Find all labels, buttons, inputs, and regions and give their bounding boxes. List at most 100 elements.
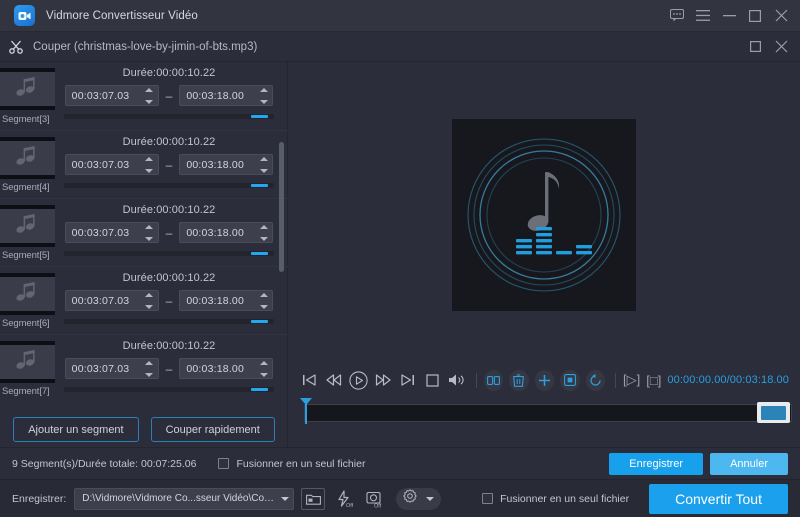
segment-start-field[interactable]	[64, 222, 159, 243]
close-icon[interactable]	[768, 3, 794, 29]
segment-end-field[interactable]	[179, 290, 274, 311]
segment-start-stepper[interactable]	[145, 293, 154, 309]
stepper-up-icon[interactable]	[259, 293, 268, 297]
stepper-down-icon[interactable]	[259, 169, 268, 173]
segment-start-field[interactable]	[64, 290, 159, 311]
segment-end-stepper[interactable]	[259, 88, 268, 104]
merge-one-file-checkbox[interactable]: Fusionner en un seul fichier	[218, 458, 365, 470]
stop-segment-icon[interactable]: [□]	[646, 373, 661, 388]
delete-icon[interactable]	[509, 369, 529, 391]
segment-list-scrollbar[interactable]	[279, 70, 284, 396]
segment-list[interactable]: Segment[3] Durée:00:00:10.22 – Segment[4] Du…	[0, 62, 288, 402]
stepper-down-icon[interactable]	[145, 305, 154, 309]
segment-thumbnail[interactable]	[0, 273, 55, 315]
reset-icon[interactable]	[585, 369, 606, 391]
stepper-up-icon[interactable]	[259, 361, 268, 365]
split-icon[interactable]	[483, 369, 504, 391]
stop-icon[interactable]	[423, 370, 443, 391]
segment-end-field[interactable]	[179, 154, 274, 175]
feedback-icon[interactable]	[664, 3, 690, 29]
checkbox-box-icon[interactable]	[218, 458, 230, 469]
maximize-icon[interactable]	[742, 34, 768, 60]
segment-end-field[interactable]	[179, 358, 274, 379]
stepper-down-icon[interactable]	[145, 100, 154, 104]
segment-start-field[interactable]	[64, 85, 159, 106]
timeline[interactable]	[300, 398, 792, 424]
segment-trim-bar[interactable]	[64, 183, 274, 188]
scrollbar-thumb[interactable]	[279, 141, 284, 273]
stepper-down-icon[interactable]	[259, 305, 268, 309]
segment-trim-bar[interactable]	[64, 387, 274, 392]
quick-split-button[interactable]: Couper rapidement	[150, 417, 275, 442]
segment-thumbnail-cell[interactable]: Segment[7]	[0, 335, 55, 402]
timeline-right-handle[interactable]	[757, 402, 790, 423]
stepper-up-icon[interactable]	[145, 225, 154, 229]
menu-icon[interactable]	[690, 3, 716, 29]
convert-all-button[interactable]: Convertir Tout	[649, 483, 788, 514]
segment-trim-bar[interactable]	[64, 251, 274, 256]
segment-trim-selection[interactable]	[250, 184, 268, 187]
add-segment-button[interactable]: Ajouter un segment	[13, 417, 139, 442]
play-segment-icon[interactable]: [▷]	[623, 372, 640, 388]
segment-thumbnail-cell[interactable]: Segment[5]	[0, 199, 55, 266]
step-backward-icon[interactable]	[325, 370, 345, 391]
segment-row[interactable]: Segment[7] Durée:00:00:10.22 –	[0, 334, 288, 402]
segment-trim-selection[interactable]	[250, 252, 268, 255]
folder-icon[interactable]	[301, 487, 326, 510]
cancel-button[interactable]: Annuler	[710, 452, 788, 475]
maximize-icon[interactable]	[742, 3, 768, 29]
close-icon[interactable]	[768, 34, 794, 60]
segment-trim-selection[interactable]	[250, 320, 268, 323]
footer-merge-checkbox[interactable]: Fusionner en un seul fichier	[482, 493, 629, 505]
segment-end-stepper[interactable]	[259, 293, 268, 309]
stepper-up-icon[interactable]	[145, 157, 154, 161]
segment-thumbnail[interactable]	[0, 137, 55, 179]
chevron-down-icon[interactable]	[426, 496, 435, 501]
stepper-up-icon[interactable]	[145, 88, 154, 92]
segment-trim-selection[interactable]	[250, 115, 268, 118]
segment-start-stepper[interactable]	[145, 157, 154, 173]
segment-trim-bar[interactable]	[64, 114, 274, 119]
segment-start-stepper[interactable]	[145, 225, 154, 241]
hardware-acceleration-icon[interactable]: Off	[332, 488, 356, 510]
timeline-playhead[interactable]	[300, 398, 312, 424]
segment-thumbnail[interactable]	[0, 205, 55, 247]
skip-to-start-icon[interactable]	[300, 370, 320, 391]
segment-end-field[interactable]	[179, 222, 274, 243]
segment-thumbnail[interactable]	[0, 68, 55, 110]
volume-icon[interactable]	[447, 370, 467, 391]
add-icon[interactable]	[534, 369, 555, 391]
output-path-field[interactable]: D:\Vidmore\Vidmore Co...sseur Vidéo\Conv…	[74, 487, 295, 510]
segment-row[interactable]: Segment[3] Durée:00:00:10.22 –	[0, 62, 288, 130]
stepper-down-icon[interactable]	[259, 100, 268, 104]
segment-end-stepper[interactable]	[259, 225, 268, 241]
stepper-up-icon[interactable]	[259, 225, 268, 229]
segment-thumbnail-cell[interactable]: Segment[3]	[0, 62, 55, 130]
segment-end-stepper[interactable]	[259, 157, 268, 173]
segment-row[interactable]: Segment[4] Durée:00:00:10.22 –	[0, 130, 288, 198]
segment-end-stepper[interactable]	[259, 361, 268, 377]
stepper-down-icon[interactable]	[145, 237, 154, 241]
segment-start-field[interactable]	[64, 358, 159, 379]
segment-start-stepper[interactable]	[145, 361, 154, 377]
timeline-track[interactable]	[304, 404, 792, 422]
segment-row[interactable]: Segment[6] Durée:00:00:10.22 –	[0, 266, 288, 334]
copy-icon[interactable]	[560, 369, 580, 391]
save-button[interactable]: Enregistrer	[609, 452, 704, 475]
segment-start-stepper[interactable]	[145, 88, 154, 104]
segment-thumbnail-cell[interactable]: Segment[4]	[0, 131, 55, 198]
play-icon[interactable]	[349, 370, 369, 391]
skip-to-end-icon[interactable]	[398, 370, 418, 391]
chevron-down-icon[interactable]	[281, 496, 290, 501]
settings-gear-button[interactable]	[396, 487, 442, 510]
stepper-down-icon[interactable]	[259, 237, 268, 241]
stepper-up-icon[interactable]	[145, 293, 154, 297]
stepper-up-icon[interactable]	[145, 361, 154, 365]
step-forward-icon[interactable]	[374, 370, 394, 391]
checkbox-box-icon[interactable]	[482, 493, 494, 504]
stepper-down-icon[interactable]	[145, 373, 154, 377]
segment-thumbnail-cell[interactable]: Segment[6]	[0, 267, 55, 334]
segment-start-field[interactable]	[64, 154, 159, 175]
segment-thumbnail[interactable]	[0, 341, 55, 383]
segment-row[interactable]: Segment[5] Durée:00:00:10.22 –	[0, 198, 288, 266]
